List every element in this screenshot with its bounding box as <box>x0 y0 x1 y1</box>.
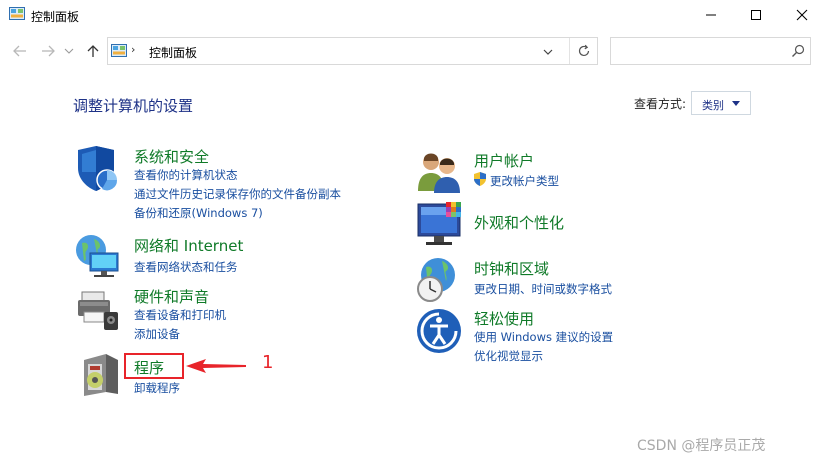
annotation-highlight-box <box>124 353 184 379</box>
maximize-icon <box>751 10 761 20</box>
annotation-arrow-icon <box>186 359 246 373</box>
address-dropdown-button[interactable] <box>538 42 558 62</box>
view-by-label: 查看方式: <box>634 97 687 111</box>
category-system-security[interactable]: 系统和安全 <box>134 146 209 167</box>
category-network-internet[interactable]: 网络和 Internet <box>134 235 243 256</box>
link-file-history-backup[interactable]: 通过文件历史记录保存你的文件备份副本 <box>134 186 341 202</box>
link-change-date-time-format[interactable]: 更改日期、时间或数字格式 <box>474 281 612 297</box>
control-panel-icon <box>111 44 127 57</box>
refresh-icon <box>578 44 589 57</box>
network-globe-icon[interactable] <box>74 233 122 279</box>
category-ease-of-access[interactable]: 轻松使用 <box>474 308 534 329</box>
page-title: 调整计算机的设置 <box>73 97 194 115</box>
link-optimize-visual-display[interactable]: 优化视觉显示 <box>474 348 543 364</box>
up-button[interactable] <box>83 40 103 62</box>
recent-locations-button[interactable] <box>62 40 76 62</box>
watermark: CSDN @程序员正茂 <box>637 438 766 454</box>
link-change-account-type[interactable]: 更改帐户类型 <box>490 173 559 189</box>
printer-icon[interactable] <box>74 284 122 332</box>
link-add-device[interactable]: 添加设备 <box>134 326 180 342</box>
breadcrumb-control-panel[interactable]: 控制面板 <box>149 44 197 61</box>
chevron-down-icon <box>64 48 74 54</box>
back-button[interactable] <box>10 40 30 62</box>
minimize-button[interactable] <box>688 0 734 30</box>
category-clock-region[interactable]: 时钟和区域 <box>474 258 549 279</box>
search-input[interactable] <box>610 37 811 65</box>
users-icon[interactable] <box>416 151 462 193</box>
link-uninstall-program[interactable]: 卸载程序 <box>134 380 180 396</box>
view-by-dropdown[interactable]: 类别 <box>691 91 751 115</box>
forward-button[interactable] <box>38 40 58 62</box>
programs-icon[interactable] <box>80 352 122 398</box>
address-bar[interactable]: › 控制面板 <box>107 37 598 65</box>
refresh-button[interactable] <box>569 38 597 64</box>
window-title: 控制面板 <box>31 10 80 24</box>
link-view-devices-printers[interactable]: 查看设备和打印机 <box>134 307 226 323</box>
search-field[interactable] <box>615 42 785 60</box>
category-user-accounts[interactable]: 用户帐户 <box>474 150 534 171</box>
ease-of-access-icon[interactable] <box>416 308 462 354</box>
view-by-value: 类别 <box>702 99 724 112</box>
uac-shield-icon <box>474 172 486 186</box>
chevron-down-icon <box>543 49 553 55</box>
link-view-computer-status[interactable]: 查看你的计算机状态 <box>134 167 238 183</box>
appearance-monitor-icon[interactable] <box>416 200 466 248</box>
arrow-up-icon <box>87 45 99 57</box>
link-use-windows-recommended[interactable]: 使用 Windows 建议的设置 <box>474 329 613 345</box>
close-button[interactable] <box>779 0 825 30</box>
maximize-button[interactable] <box>733 0 779 30</box>
minimize-icon <box>706 14 716 16</box>
arrow-right-icon <box>42 45 55 57</box>
link-backup-restore[interactable]: 备份和还原(Windows 7) <box>134 205 263 221</box>
arrow-left-icon <box>13 45 26 57</box>
breadcrumb-separator[interactable]: › <box>131 43 135 56</box>
control-panel-icon <box>9 7 25 20</box>
title-bar: 控制面板 <box>0 0 825 30</box>
close-icon <box>796 9 808 21</box>
shield-icon[interactable] <box>74 146 120 192</box>
navigation-bar: › 控制面板 <box>0 36 825 66</box>
dropdown-arrow-icon <box>732 101 740 106</box>
category-hardware-sound[interactable]: 硬件和声音 <box>134 286 209 307</box>
category-appearance-personalization[interactable]: 外观和个性化 <box>474 212 564 233</box>
search-icon <box>792 44 805 57</box>
link-view-network-status[interactable]: 查看网络状态和任务 <box>134 259 238 275</box>
clock-globe-icon[interactable] <box>416 257 462 303</box>
annotation-number: 1 <box>262 352 274 373</box>
